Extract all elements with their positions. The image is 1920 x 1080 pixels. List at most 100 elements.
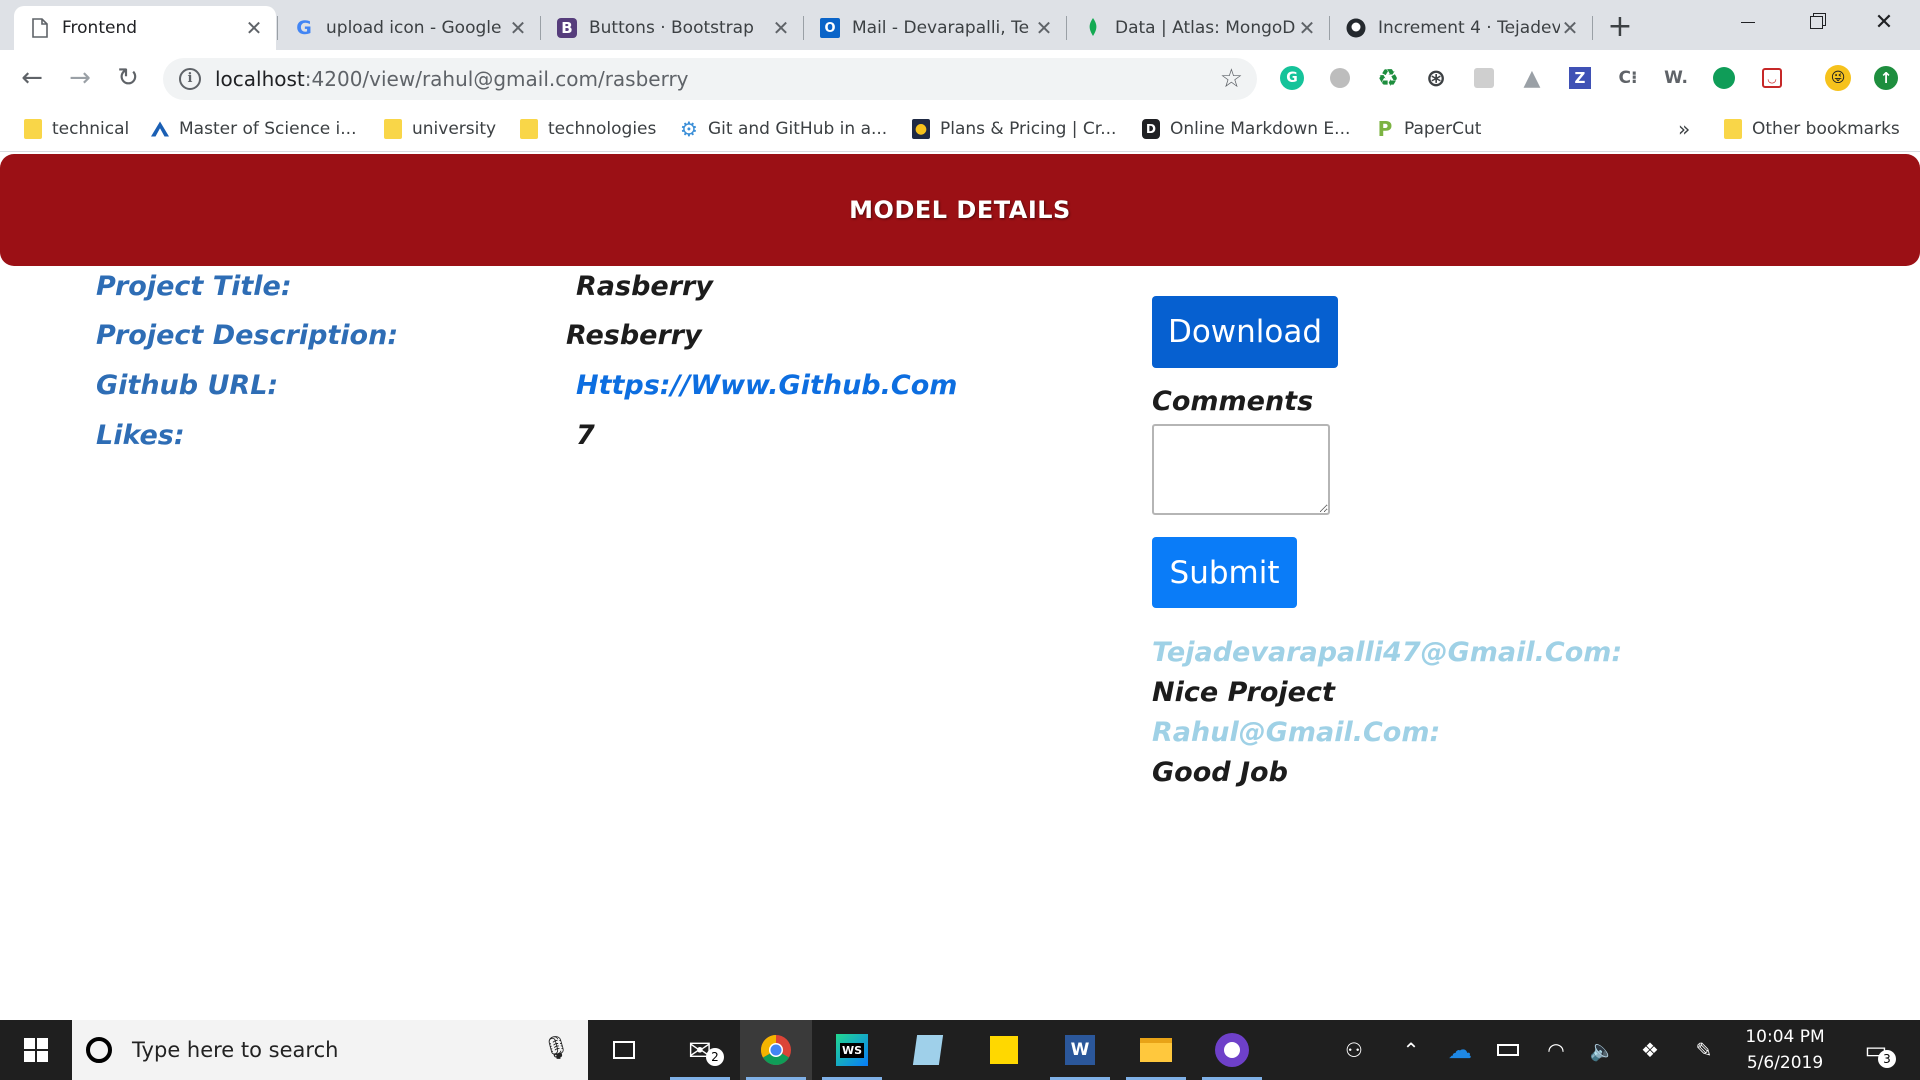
close-icon[interactable]: ✕ xyxy=(508,16,528,40)
volume-button[interactable]: 🔈 xyxy=(1584,1020,1620,1080)
arrow-right-icon: → xyxy=(69,63,91,93)
action-center-button[interactable]: ▭ 3 xyxy=(1854,1020,1898,1080)
window-close-button[interactable]: ✕ xyxy=(1850,0,1918,44)
project-description-value: Resberry xyxy=(566,320,702,351)
bookmark-technologies[interactable]: technologies xyxy=(520,116,656,142)
close-icon: ✕ xyxy=(1874,9,1894,35)
tab-frontend[interactable]: Frontend ✕ xyxy=(14,6,276,50)
taskbar-word[interactable]: W xyxy=(1044,1020,1116,1080)
profile-avatar[interactable]: 😜 xyxy=(1824,64,1852,92)
tab-title: Mail - Devarapalli, Te xyxy=(852,18,1030,38)
tab-mail[interactable]: O Mail - Devarapalli, Te ✕ xyxy=(804,6,1066,50)
bookmark-papercut[interactable]: P PaperCut xyxy=(1376,116,1482,142)
extension-z[interactable]: Z xyxy=(1566,64,1594,92)
address-bar[interactable]: i localhost:4200/view/rahul@gmail.com/ra… xyxy=(163,58,1257,100)
taskbar-chrome[interactable] xyxy=(740,1020,812,1080)
extension-w[interactable]: W. xyxy=(1662,64,1690,92)
bookmarks-bar: technical Master of Science i... univers… xyxy=(0,106,1920,152)
tab-upload-icon[interactable]: G upload icon - Google ✕ xyxy=(278,6,540,50)
university-logo-icon xyxy=(151,119,169,139)
cloud-icon: ☁ xyxy=(1448,1036,1472,1064)
other-bookmarks[interactable]: Other bookmarks xyxy=(1724,116,1900,142)
microphone-icon[interactable]: 🎙 xyxy=(542,1036,570,1061)
extension-drive[interactable]: ▲ xyxy=(1518,64,1546,92)
project-description-label: Project Description: xyxy=(96,320,399,351)
taskbar-github-desktop[interactable] xyxy=(1196,1020,1268,1080)
tab-mongodb[interactable]: Data | Atlas: MongoD ✕ xyxy=(1067,6,1329,50)
new-tab-button[interactable]: + xyxy=(1602,10,1638,46)
forward-button[interactable]: → xyxy=(62,60,98,96)
bookmark-master-of-science[interactable]: Master of Science i... xyxy=(151,116,357,142)
extension-c[interactable]: C⁝ xyxy=(1614,64,1642,92)
comment-author: Rahul@Gmail.Com: xyxy=(1152,717,1441,748)
likes-value: 7 xyxy=(576,420,595,451)
back-button[interactable]: ← xyxy=(14,60,50,96)
github-url-link[interactable]: Https://Www.Github.Com xyxy=(576,370,957,401)
close-icon[interactable]: ✕ xyxy=(1034,16,1054,40)
close-icon[interactable]: ✕ xyxy=(244,16,264,40)
show-hidden-icons-button[interactable]: ⌃ xyxy=(1394,1020,1428,1080)
reload-icon: ↻ xyxy=(117,63,139,93)
extension-pocket[interactable]: ◡ xyxy=(1758,64,1786,92)
download-button[interactable]: Download xyxy=(1152,296,1338,368)
drive-icon: ▲ xyxy=(1523,65,1541,91)
bootstrap-icon: B xyxy=(557,18,577,38)
bookmark-git-and-github[interactable]: ⚙ Git and GitHub in a... xyxy=(680,116,887,142)
bookmark-online-markdown[interactable]: D Online Markdown E... xyxy=(1142,116,1350,142)
pen-workspace-button[interactable]: ✎ xyxy=(1686,1020,1722,1080)
sticky-notes-icon xyxy=(990,1036,1018,1064)
tab-strip: Frontend ✕ G upload icon - Google ✕ B Bu… xyxy=(0,0,1920,50)
extension-recycle[interactable]: ♻ xyxy=(1374,64,1402,92)
bookmark-plans-pricing[interactable]: ● Plans & Pricing | Cr... xyxy=(912,116,1116,142)
taskbar-search[interactable]: Type here to search 🎙 xyxy=(72,1020,588,1080)
restore-button[interactable] xyxy=(1782,0,1850,44)
browser-toolbar: ← → ↻ i localhost:4200/view/rahul@gmail.… xyxy=(0,50,1920,106)
onedrive-button[interactable]: ☁ xyxy=(1442,1020,1478,1080)
tab-github[interactable]: Increment 4 · Tejadev ✕ xyxy=(1330,6,1592,50)
info-icon[interactable]: i xyxy=(179,68,201,90)
battery-button[interactable] xyxy=(1490,1020,1526,1080)
outlook-icon: O xyxy=(820,18,840,38)
update-button[interactable]: ↑ xyxy=(1872,64,1900,92)
people-button[interactable]: ⚇ xyxy=(1336,1020,1372,1080)
taskbar-file-explorer[interactable] xyxy=(1120,1020,1192,1080)
pen-icon: ✎ xyxy=(1695,1038,1713,1062)
bookmark-label: Master of Science i... xyxy=(179,119,357,139)
taskbar-clock[interactable]: 10:04 PM 5/6/2019 xyxy=(1735,1020,1835,1080)
grammarly-extension[interactable]: G xyxy=(1278,64,1306,92)
tab-bootstrap[interactable]: B Buttons · Bootstrap ✕ xyxy=(541,6,803,50)
bookmark-label: Git and GitHub in a... xyxy=(708,119,888,139)
submit-button[interactable]: Submit xyxy=(1152,537,1297,608)
taskbar-sticky-notes[interactable] xyxy=(968,1020,1040,1080)
close-icon[interactable]: ✕ xyxy=(1297,16,1317,40)
chat-bubble-icon xyxy=(1713,67,1735,89)
dropbox-button[interactable]: ❖ xyxy=(1632,1020,1668,1080)
taskbar-webstorm[interactable]: WS xyxy=(816,1020,888,1080)
close-icon[interactable]: ✕ xyxy=(771,16,791,40)
taskbar-scratchpad[interactable] xyxy=(892,1020,964,1080)
url-host: localhost xyxy=(215,67,305,91)
people-icon: ⚇ xyxy=(1345,1038,1363,1062)
bookmark-label: university xyxy=(412,119,497,139)
extension-grey-square[interactable] xyxy=(1470,64,1498,92)
extension-green-bubble[interactable] xyxy=(1710,64,1738,92)
close-icon[interactable]: ✕ xyxy=(1560,16,1580,40)
start-button[interactable] xyxy=(0,1020,72,1080)
taskbar-mail[interactable]: ✉ 2 xyxy=(664,1020,736,1080)
task-view-button[interactable] xyxy=(588,1020,660,1080)
bookmark-university[interactable]: university xyxy=(384,116,496,142)
network-button[interactable]: ◠ xyxy=(1538,1020,1574,1080)
more-bookmarks-button[interactable]: » xyxy=(1678,116,1690,142)
bookmark-star-icon[interactable]: ☆ xyxy=(1220,64,1243,94)
search-placeholder: Type here to search xyxy=(132,1038,339,1062)
minimize-button[interactable] xyxy=(1714,0,1782,44)
reload-button[interactable]: ↻ xyxy=(110,60,146,96)
extension-circle[interactable] xyxy=(1326,64,1354,92)
markdown-icon: D xyxy=(1142,119,1160,139)
folder-icon xyxy=(1140,1038,1172,1062)
comments-input[interactable] xyxy=(1152,424,1330,515)
bookmark-technical[interactable]: technical xyxy=(24,116,129,142)
extension-swirl[interactable]: ⊛ xyxy=(1422,64,1450,92)
clock-date: 5/6/2019 xyxy=(1746,1053,1824,1073)
chevron-up-icon: ⌃ xyxy=(1402,1038,1420,1062)
